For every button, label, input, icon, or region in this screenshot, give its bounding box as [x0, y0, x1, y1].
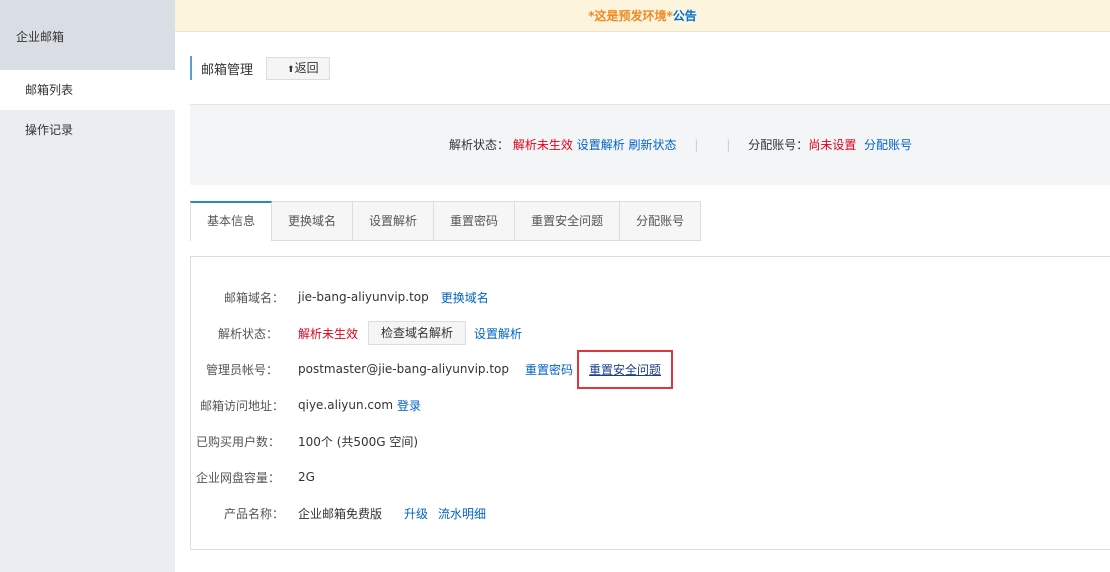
basic-info-panel: 邮箱域名： jie-bang-aliyunvip.top 更换域名 解析状态： … — [190, 256, 1110, 550]
check-domain-resolve-button[interactable]: 检查域名解析 — [368, 321, 466, 345]
sidebar-item-operation-log[interactable]: 操作记录 — [0, 110, 175, 150]
main-content: *这是预发环境*公告 邮箱管理 ⬆返回 解析状态： 解析未生效 设置解析 刷新状… — [175, 0, 1110, 572]
product-value: 企业邮箱免费版 — [298, 505, 382, 522]
back-label: 返回 — [295, 61, 319, 75]
resolve-status-label: 解析状态： — [449, 138, 509, 152]
upgrade-link[interactable]: 升级 — [404, 505, 428, 522]
set-resolve-link[interactable]: 设置解析 — [474, 325, 522, 342]
arrow-up-icon: ⬆ — [287, 65, 295, 75]
set-resolve-link[interactable]: 设置解析 — [577, 138, 625, 152]
assign-account-label: 分配账号： — [748, 138, 808, 152]
users-value: 100个 (共500G 空间) — [298, 433, 418, 450]
divider: | — [694, 138, 698, 152]
environment-notice: *这是预发环境* — [588, 9, 673, 23]
access-label: 邮箱访问地址： — [191, 397, 298, 414]
announcement-link[interactable]: 公告 — [673, 9, 697, 23]
tab-reset-password[interactable]: 重置密码 — [434, 201, 515, 241]
tab-set-resolve[interactable]: 设置解析 — [353, 201, 434, 241]
page-header: 邮箱管理 ⬆返回 — [190, 56, 330, 80]
domain-label: 邮箱域名： — [191, 289, 298, 306]
sidebar-title: 企业邮箱 — [0, 0, 175, 70]
divider: | — [726, 138, 730, 152]
admin-value: postmaster@jie-bang-aliyunvip.top — [298, 362, 509, 376]
login-link[interactable]: 登录 — [397, 397, 421, 414]
reset-security-question-link[interactable]: 重置安全问题 — [589, 363, 661, 377]
tab-change-domain[interactable]: 更换域名 — [272, 201, 353, 241]
tab-reset-security-question[interactable]: 重置安全问题 — [515, 201, 620, 241]
domain-row: 邮箱域名： jie-bang-aliyunvip.top 更换域名 — [191, 285, 489, 309]
disk-row: 企业网盘容量： 2G — [191, 465, 315, 489]
status-panel: 解析状态： 解析未生效 设置解析 刷新状态 | | 分配账号：尚未设置 分配账号 — [190, 104, 1110, 185]
resolve-label: 解析状态： — [191, 325, 298, 342]
highlight-box: 重置安全问题 — [577, 350, 673, 389]
tab-assign-account[interactable]: 分配账号 — [620, 201, 701, 241]
change-domain-link[interactable]: 更换域名 — [441, 289, 489, 306]
domain-value: jie-bang-aliyunvip.top — [298, 290, 429, 304]
assign-account-link[interactable]: 分配账号 — [864, 138, 912, 152]
page-title: 邮箱管理 — [201, 59, 253, 78]
resolve-value: 解析未生效 — [298, 325, 358, 342]
reset-password-link[interactable]: 重置密码 — [525, 361, 573, 378]
admin-row: 管理员帐号： postmaster@jie-bang-aliyunvip.top… — [191, 357, 673, 381]
transaction-details-link[interactable]: 流水明细 — [438, 505, 486, 522]
tab-bar: 基本信息 更换域名 设置解析 重置密码 重置安全问题 分配账号 — [190, 201, 701, 241]
disk-value: 2G — [298, 470, 315, 484]
back-button[interactable]: ⬆返回 — [266, 57, 330, 80]
admin-label: 管理员帐号： — [191, 361, 298, 378]
sidebar: 企业邮箱 邮箱列表 操作记录 — [0, 0, 175, 572]
sidebar-item-mailbox-list[interactable]: 邮箱列表 — [0, 70, 175, 110]
users-row: 已购买用户数： 100个 (共500G 空间) — [191, 429, 418, 453]
disk-label: 企业网盘容量： — [191, 469, 298, 486]
tab-basic-info[interactable]: 基本信息 — [190, 201, 272, 241]
access-value: qiye.aliyun.com — [298, 398, 393, 412]
resolve-status-value: 解析未生效 — [513, 138, 573, 152]
assign-account-value: 尚未设置 — [808, 138, 856, 152]
refresh-status-link[interactable]: 刷新状态 — [629, 138, 677, 152]
product-row: 产品名称： 企业邮箱免费版 升级 流水明细 — [191, 501, 486, 525]
access-row: 邮箱访问地址： qiye.aliyun.com 登录 — [191, 393, 421, 417]
resolve-row: 解析状态： 解析未生效 检查域名解析 设置解析 — [191, 321, 522, 345]
users-label: 已购买用户数： — [191, 433, 298, 450]
product-label: 产品名称： — [191, 505, 298, 522]
notice-bar: *这是预发环境*公告 — [175, 0, 1110, 32]
